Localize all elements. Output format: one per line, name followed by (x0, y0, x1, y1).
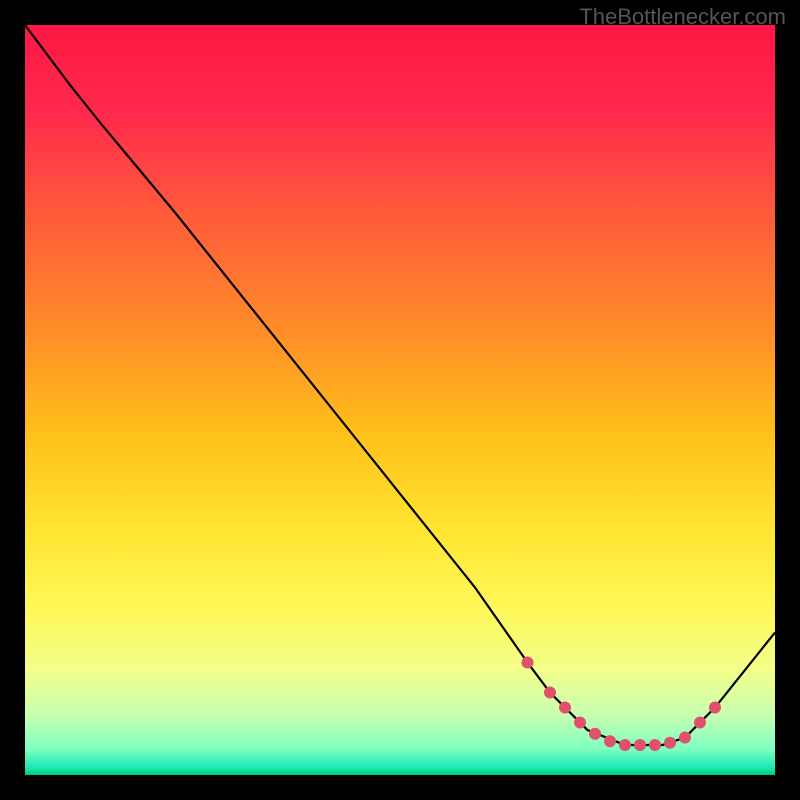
curve-markers (522, 657, 722, 752)
curve-marker (574, 717, 586, 729)
curve-marker (634, 739, 646, 751)
curve-marker (709, 702, 721, 714)
chart-curve-layer (25, 25, 775, 775)
curve-marker (679, 732, 691, 744)
curve-marker (649, 739, 661, 751)
curve-marker (694, 717, 706, 729)
curve-marker (604, 735, 616, 747)
curve-marker (589, 728, 601, 740)
curve-marker (559, 702, 571, 714)
curve-marker (522, 657, 534, 669)
curve-marker (619, 739, 631, 751)
watermark-text: TheBottlenecker.com (579, 4, 786, 30)
bottleneck-curve (25, 25, 775, 745)
curve-marker (664, 737, 676, 749)
chart-plot-area (25, 25, 775, 775)
curve-marker (544, 687, 556, 699)
